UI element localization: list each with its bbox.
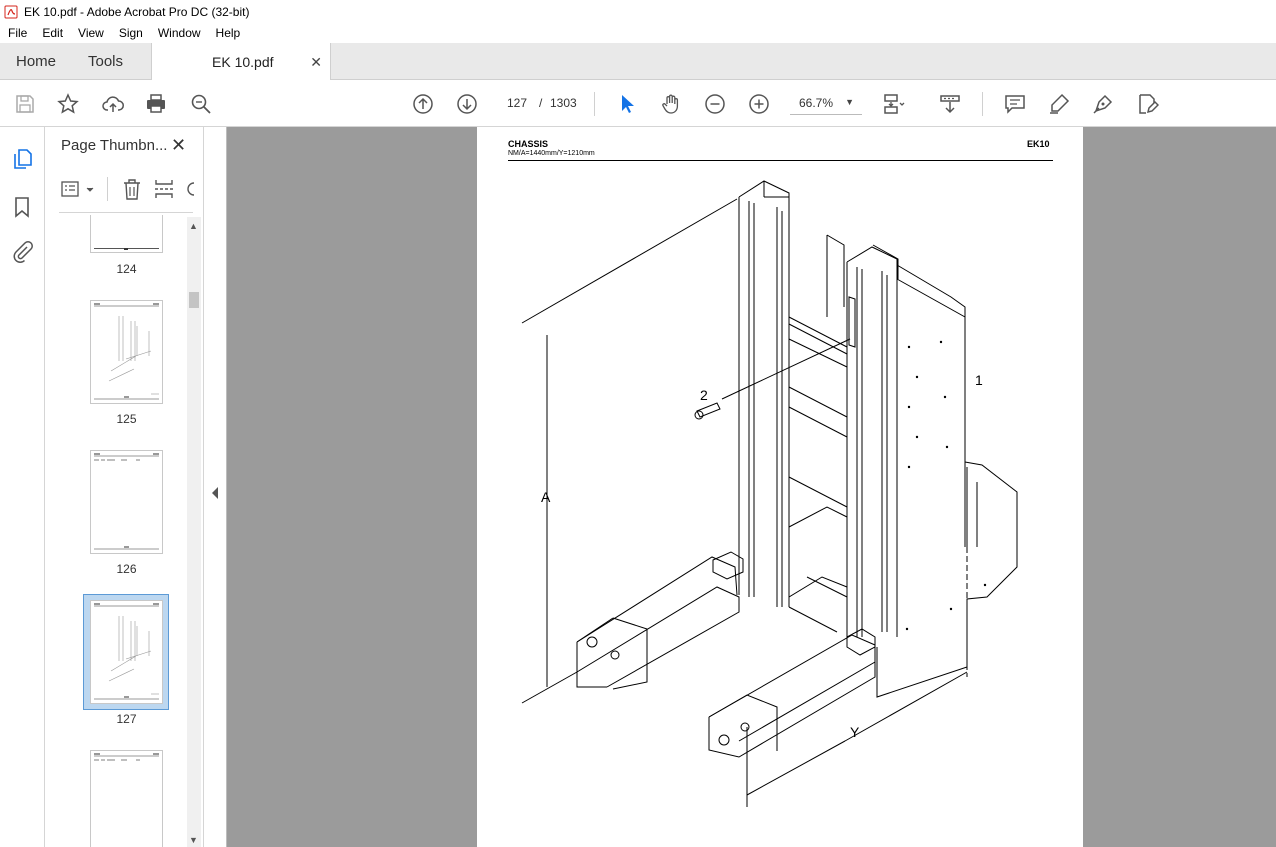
- thumbnail-label: 125: [116, 412, 137, 426]
- scrollbar-thumb[interactable]: [189, 292, 199, 308]
- thumbnail-tools: [59, 175, 203, 205]
- zoom-in-icon[interactable]: [746, 91, 772, 117]
- collapse-panel-icon[interactable]: [212, 487, 218, 499]
- thumbnail-drawing: [94, 753, 159, 761]
- zoom-level-value: 66.7%: [799, 95, 834, 110]
- page-display-icon[interactable]: [880, 91, 906, 117]
- callout-a: A: [541, 489, 551, 505]
- total-pages: 1303: [550, 96, 577, 110]
- document-viewer[interactable]: CHASSIS NM/A=1440mm/Y=1210mm EK10 1 2 A …: [227, 127, 1276, 847]
- thumbnail-page-127[interactable]: [90, 600, 163, 704]
- tab-home[interactable]: Home: [16, 43, 56, 80]
- thumbnail-scrollbar[interactable]: ▲ ▼: [187, 217, 201, 847]
- menu-file[interactable]: File: [0, 26, 34, 40]
- thumbnail-list: 124 125 126 127: [45, 215, 187, 847]
- toolbar-divider: [594, 92, 595, 116]
- tab-row: Home Tools EK 10.pdf ✕: [0, 43, 1276, 81]
- thumbnail-label: 124: [116, 262, 137, 276]
- callout-1: 1: [975, 372, 983, 388]
- menu-bar: File Edit View Sign Window Help: [0, 23, 1276, 43]
- page-header-subtitle: NM/A=1440mm/Y=1210mm: [508, 150, 595, 157]
- thumbnail-label: 126: [116, 562, 137, 576]
- panel-divider: [59, 212, 193, 213]
- thumbnail-label: 127: [116, 712, 137, 726]
- acrobat-app-icon: [4, 5, 18, 18]
- edit-document-icon[interactable]: [1134, 91, 1160, 117]
- left-navigation-rail: [0, 127, 45, 847]
- document-tab-label: EK 10.pdf: [212, 54, 274, 70]
- close-tab-icon[interactable]: ✕: [310, 54, 322, 71]
- callout-2: 2: [700, 387, 708, 403]
- thumbnail-drawing: [94, 603, 159, 700]
- menu-window[interactable]: Window: [150, 26, 208, 40]
- thumbnail-options-icon[interactable]: [61, 179, 95, 201]
- next-page-icon[interactable]: [454, 91, 480, 117]
- scroll-down-icon[interactable]: ▼: [189, 835, 198, 845]
- close-panel-icon[interactable]: ✕: [171, 135, 186, 156]
- page-thumbnails-icon[interactable]: [10, 147, 34, 171]
- rotate-page-icon[interactable]: [185, 177, 195, 201]
- zoom-level-select[interactable]: 66.7% ▼: [790, 91, 862, 115]
- select-cursor-icon[interactable]: [614, 91, 640, 117]
- delete-page-icon[interactable]: [121, 177, 143, 201]
- menu-sign[interactable]: Sign: [111, 26, 150, 40]
- chassis-technical-drawing: [521, 180, 1018, 807]
- main-toolbar: 127 / 1303 66.7% ▼: [0, 80, 1276, 127]
- thumbnail-drawing: [94, 453, 159, 550]
- page-header-rule: [508, 160, 1053, 161]
- window-title: EK 10.pdf - Adobe Acrobat Pro DC (32-bit…: [24, 4, 250, 19]
- thumbnail-page-124[interactable]: [90, 215, 163, 253]
- tab-document[interactable]: EK 10.pdf ✕: [151, 43, 331, 81]
- thumbnail-page-128[interactable]: [90, 750, 163, 847]
- save-icon[interactable]: [12, 91, 38, 117]
- page-header-model: EK10: [1027, 139, 1050, 149]
- extract-pages-icon[interactable]: [153, 177, 175, 201]
- sign-pen-icon[interactable]: [1090, 91, 1116, 117]
- menu-edit[interactable]: Edit: [34, 26, 70, 40]
- title-bar: EK 10.pdf - Adobe Acrobat Pro DC (32-bit…: [0, 0, 1276, 23]
- star-icon[interactable]: [55, 91, 81, 117]
- page-separator: /: [539, 96, 543, 110]
- zoom-search-icon[interactable]: [188, 91, 214, 117]
- zoom-out-icon[interactable]: [702, 91, 728, 117]
- scroll-up-icon[interactable]: ▲: [189, 221, 198, 231]
- page-thumbnails-panel: Page Thumbn... ✕ 124 125 126 127 ▲ ▼: [45, 127, 203, 847]
- print-icon[interactable]: [143, 91, 169, 117]
- tools-divider: [107, 177, 108, 201]
- previous-page-icon[interactable]: [410, 91, 436, 117]
- highlight-pen-icon[interactable]: [1046, 91, 1072, 117]
- thumbnail-page-125[interactable]: [90, 300, 163, 404]
- menu-help[interactable]: Help: [208, 26, 248, 40]
- thumbnail-page-126[interactable]: [90, 450, 163, 554]
- hand-tool-icon[interactable]: [658, 91, 684, 117]
- comment-icon[interactable]: [1002, 91, 1028, 117]
- bookmark-icon[interactable]: [10, 195, 34, 219]
- panel-splitter[interactable]: [203, 127, 227, 847]
- callout-y: Y: [850, 724, 860, 740]
- panel-title: Page Thumbn...: [61, 137, 168, 154]
- thumbnail-drawing: [94, 303, 159, 400]
- page-number-input[interactable]: 127: [497, 90, 537, 116]
- scroll-mode-icon[interactable]: [937, 91, 963, 117]
- menu-view[interactable]: View: [70, 26, 111, 40]
- page-header-title: CHASSIS: [508, 139, 549, 149]
- tab-tools[interactable]: Tools: [88, 43, 123, 80]
- toolbar-divider: [982, 92, 983, 116]
- chevron-down-icon: ▼: [845, 97, 854, 107]
- attachment-icon[interactable]: [10, 240, 34, 264]
- pdf-page: CHASSIS NM/A=1440mm/Y=1210mm EK10 1 2 A …: [477, 127, 1083, 847]
- cloud-upload-icon[interactable]: [100, 91, 126, 117]
